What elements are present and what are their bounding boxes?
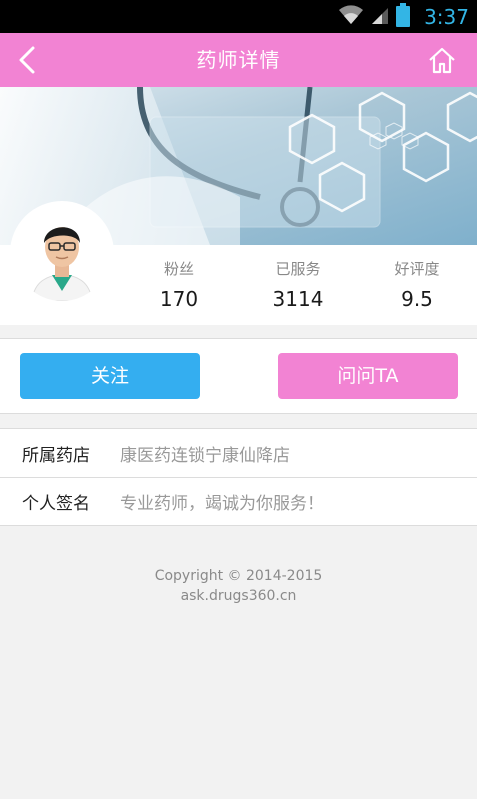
info-row-pharmacy: 所属药店 康医药连锁宁康仙降店 — [0, 429, 477, 477]
signal-icon — [370, 4, 390, 30]
ask-button[interactable]: 问问TA — [278, 353, 458, 399]
back-arrow-icon — [19, 46, 35, 74]
footer: Copyright © 2014-2015 ask.drugs360.cn — [0, 566, 477, 606]
stat-label: 好评度 — [394, 260, 440, 278]
wifi-icon — [338, 4, 364, 30]
stat-value: 3114 — [272, 287, 324, 311]
stat-label: 粉丝 — [163, 260, 194, 278]
info-value: 康医药连锁宁康仙降店 — [120, 445, 290, 466]
stat-served: 已服务 3114 — [253, 258, 343, 311]
app-header: 药师详情 — [0, 33, 477, 87]
site-url: ask.drugs360.cn — [180, 588, 297, 604]
status-bar: 3:37 — [0, 0, 477, 33]
action-bar: 关注 问问TA — [0, 338, 477, 414]
status-icons: 3:37 — [338, 0, 469, 33]
info-row-signature: 个人签名 专业药师，竭诚为你服务！ — [0, 477, 477, 525]
home-icon — [429, 47, 455, 74]
info-key: 个人签名 — [22, 494, 90, 514]
stat-rating: 好评度 9.5 — [372, 258, 462, 311]
info-list: 所属药店 康医药连锁宁康仙降店 个人签名 专业药师，竭诚为你服务！ — [0, 428, 477, 526]
stat-value: 9.5 — [401, 287, 433, 311]
info-key: 所属药店 — [22, 445, 90, 466]
back-button[interactable] — [10, 43, 44, 77]
page-title: 药师详情 — [196, 48, 281, 72]
stat-label: 已服务 — [275, 260, 321, 278]
home-button[interactable] — [425, 43, 459, 77]
info-value: 专业药师，竭诚为你服务！ — [120, 494, 324, 514]
stat-fans: 粉丝 170 — [134, 258, 224, 311]
copyright-text: Copyright © 2014-2015 — [154, 568, 323, 584]
avatar — [14, 205, 110, 301]
follow-button[interactable]: 关注 — [20, 353, 200, 399]
stat-value: 170 — [159, 287, 199, 311]
battery-icon — [396, 2, 411, 31]
status-time: 3:37 — [424, 4, 469, 29]
